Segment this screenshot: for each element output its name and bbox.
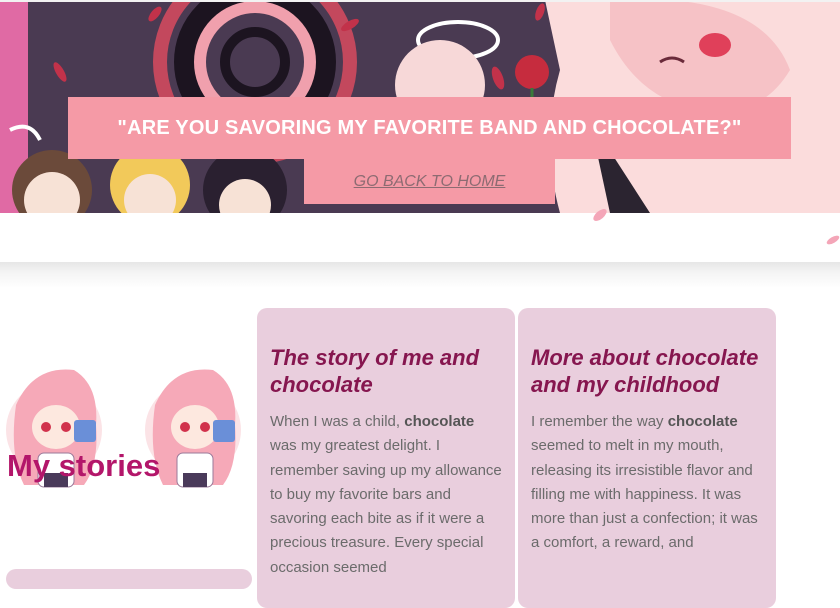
card-text-part: When I was a child, (270, 413, 405, 430)
go-back-home-link[interactable]: GO BACK TO HOME (354, 173, 506, 191)
home-link-box: GO BACK TO HOME (304, 159, 555, 204)
card-text: When I was a child, chocolate was my gre… (270, 410, 502, 580)
section-separator (0, 262, 840, 288)
top-rule (0, 0, 840, 2)
card-text-part: was my greatest delight. I remember savi… (270, 437, 502, 576)
card-title: More about chocolate and my childhood (531, 345, 759, 397)
story-card: More about chocolate and my childhood I … (518, 308, 776, 608)
petal-decoration (826, 235, 840, 245)
card-text-part: seemed to melt in my mouth, releasing it… (531, 437, 758, 552)
title-box: "ARE YOU SAVORING MY FAVORITE BAND AND C… (68, 97, 791, 159)
card-title: The story of me and chocolate (270, 345, 480, 397)
header-banner: "ARE YOU SAVORING MY FAVORITE BAND AND C… (0, 0, 840, 213)
petal-decoration (593, 209, 607, 221)
story-card-partial (6, 569, 252, 589)
card-text-highlight: chocolate (667, 413, 738, 430)
page-title: "ARE YOU SAVORING MY FAVORITE BAND AND C… (117, 116, 742, 139)
card-text-highlight: chocolate (404, 413, 475, 430)
story-card: The story of me and chocolate When I was… (257, 308, 515, 608)
card-text: I remember the way chocolate seemed to m… (531, 410, 763, 556)
section-title: My stories (7, 448, 161, 483)
card-text-part: I remember the way (531, 413, 668, 430)
